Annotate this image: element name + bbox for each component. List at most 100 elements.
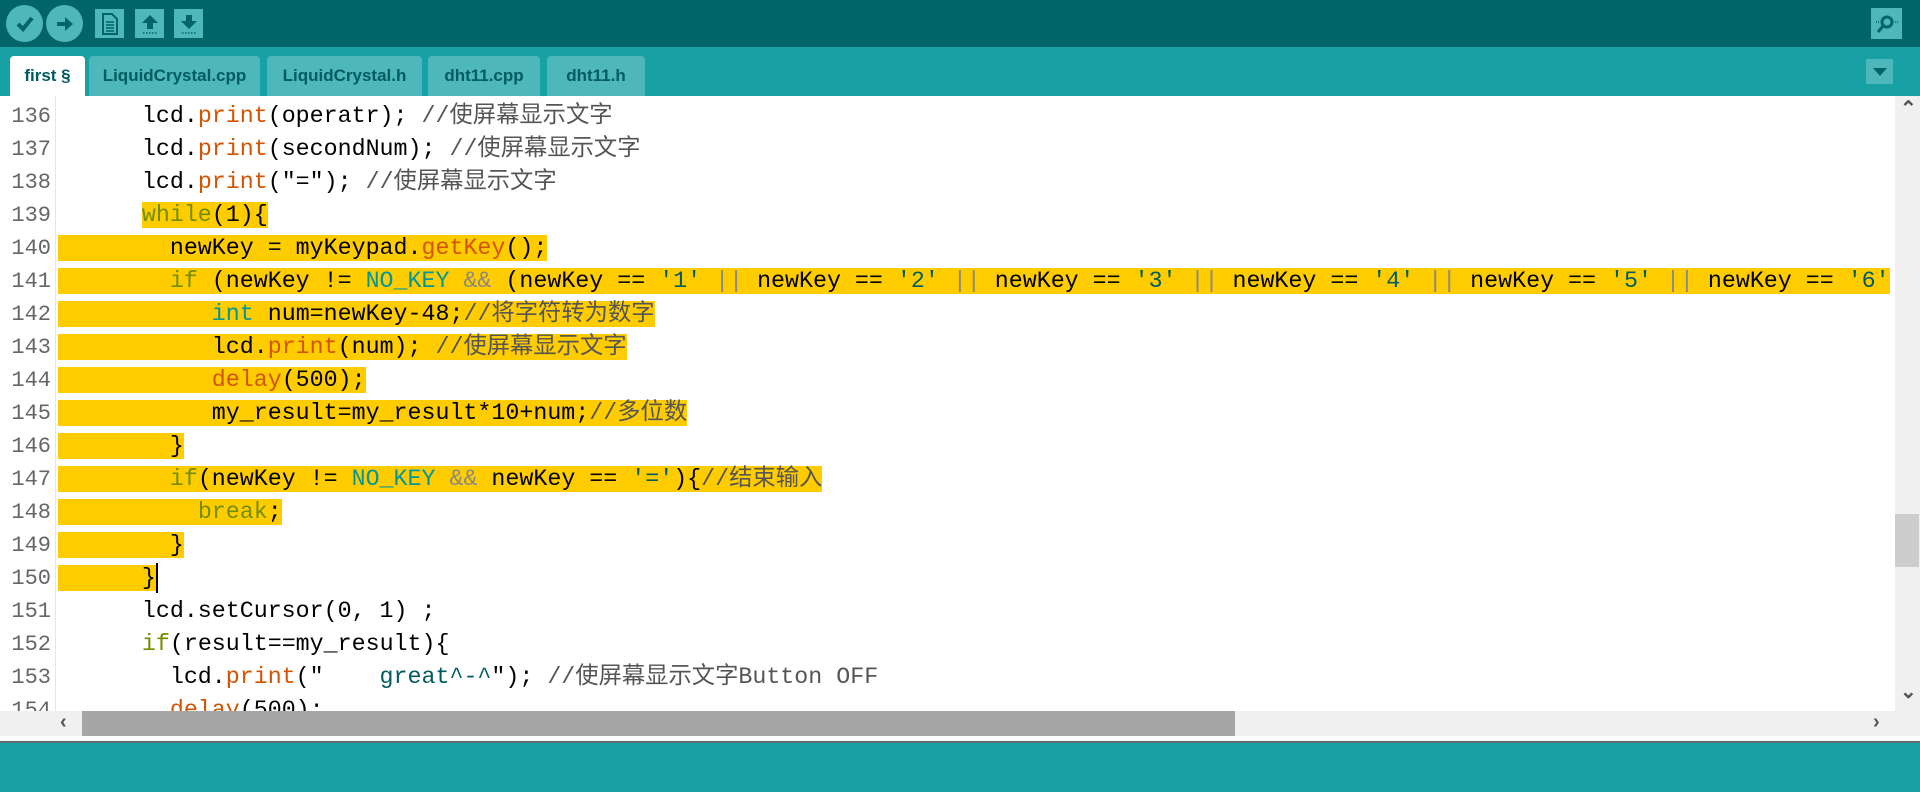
line-number: 153 [11,665,51,690]
code-token [1651,268,1666,294]
code-token: delay [169,697,240,711]
code-token [938,268,953,294]
code-comment: //使屏幕显示文字 [365,169,557,195]
horizontal-scrollbar[interactable]: ‹ › [0,711,1920,736]
code-token: ("="); [267,169,366,195]
code-token: (newKey == [491,268,660,294]
tab-label: dht11.cpp [444,66,524,85]
code-line[interactable]: lcd.print("="); //使屏幕显示文字 [58,166,557,199]
code-token: num=newKey-48; [253,301,464,327]
code-token: (result==my_result){ [169,631,450,657]
serial-monitor-button[interactable] [1871,8,1902,39]
code-line[interactable]: delay(500); [58,694,324,711]
code-line[interactable]: while(1){ [58,199,268,232]
code-token: ){ [673,466,702,492]
code-line[interactable]: if(newKey != NO_KEY && newKey == '='){//… [58,463,823,496]
open-button[interactable] [135,9,164,38]
new-button[interactable] [95,9,124,38]
code-line[interactable]: } [58,529,184,562]
code-line[interactable]: } [58,430,184,463]
code-comment: //将字符转为数字 [463,301,655,327]
vertical-scrollbar[interactable]: ⌃ ⌄ [1895,96,1920,711]
code-line[interactable]: } [58,562,158,595]
vertical-scroll-thumb[interactable] [1895,514,1919,567]
code-token: || [715,268,744,294]
upload-button[interactable] [46,5,83,42]
code-line[interactable]: int num=newKey-48;//将字符转为数字 [58,298,655,331]
code-token: "); [491,664,548,690]
code-token: newKey == [1693,268,1848,294]
chevron-right-icon[interactable]: › [1873,711,1880,734]
code-token: newKey == [1456,268,1610,294]
code-token: && [463,268,492,294]
line-number: 148 [11,500,51,525]
arrow-up-icon [141,14,158,34]
line-number: 150 [11,566,51,591]
code-token [449,268,464,294]
code-line[interactable]: newKey = myKeypad.getKey(); [58,232,548,265]
tab-first[interactable]: first § [10,56,85,96]
code-editor[interactable]: 136 137 138 139 140 141 142 143 144 145 146 147 148 1… [0,96,1895,711]
line-number: 142 [11,302,51,327]
code-line[interactable]: if (newKey != NO_KEY && (newKey == '1' |… [58,265,1890,298]
line-number: 154 [11,698,51,711]
line-number: 141 [11,269,51,294]
code-token [58,466,170,492]
code-line[interactable]: lcd.print(" great^-^"); //使屏幕显示文字Button … [58,661,878,694]
save-button[interactable] [174,9,203,38]
code-token: '1' [659,268,702,294]
code-token [435,466,450,492]
code-token: NO_KEY [365,268,450,294]
code-token: (); [505,235,548,261]
arrow-down-icon [180,14,197,34]
line-number: 149 [11,533,51,558]
code-line[interactable]: lcd.print(secondNum); //使屏幕显示文字 [58,133,641,166]
chevron-down-icon[interactable]: ⌄ [1900,679,1917,704]
tab-bar: first § LiquidCrystal.cpp LiquidCrystal.… [0,47,1920,96]
tab-liquidcrystal-h[interactable]: LiquidCrystal.h [267,56,422,96]
chevron-left-icon[interactable]: ‹ [60,711,67,734]
triangle-down-icon [1872,67,1887,76]
code-line[interactable]: my_result=my_result*10+num;//多位数 [58,397,688,430]
code-token: int [211,301,254,327]
code-comment: //使屏幕显示文字 [435,334,627,360]
line-number: 147 [11,467,51,492]
verify-button[interactable] [6,5,43,42]
code-token: print [225,664,296,690]
code-token: lcd. [58,334,268,360]
code-line[interactable]: lcd.print(num); //使屏幕显示文字 [58,331,627,364]
tab-menu-button[interactable] [1866,59,1893,84]
tab-label: first § [24,66,71,85]
code-line[interactable]: if(result==my_result){ [58,628,450,661]
tab-liquidcrystal-cpp[interactable]: LiquidCrystal.cpp [89,56,260,96]
code-token: lcd.setCursor(0, 1) ; [58,598,436,624]
code-token: newKey = myKeypad. [58,235,422,261]
code-token: newKey == [743,268,897,294]
code-comment: //多位数 [589,400,688,426]
tab-dht11-h[interactable]: dht11.h [547,56,645,96]
code-token: '2' [896,268,939,294]
code-token: lcd. [58,136,198,162]
horizontal-scroll-thumb[interactable] [82,711,1235,736]
code-token: || [1665,268,1694,294]
code-token: '4' [1372,268,1415,294]
toolbar [0,0,1920,47]
code-token [58,301,212,327]
line-number: 140 [11,236,51,261]
code-comment: //结束输入 [701,466,823,492]
chevron-up-icon[interactable]: ⌃ [1900,96,1917,121]
code-token: print [197,103,268,129]
tab-label: LiquidCrystal.h [282,66,407,85]
code-token: } [58,565,156,591]
code-line[interactable]: break; [58,496,282,529]
code-line[interactable]: delay(500); [58,364,366,397]
code-line[interactable]: lcd.print(operatr); //使屏幕显示文字 [58,100,613,133]
code-line[interactable]: lcd.setCursor(0, 1) ; [58,595,436,628]
code-token: lcd. [58,103,198,129]
tab-dht11-cpp[interactable]: dht11.cpp [428,56,540,96]
new-file-icon [101,12,118,35]
code-token: newKey == [477,466,632,492]
code-comment: //使屏幕显示文字 [449,136,641,162]
